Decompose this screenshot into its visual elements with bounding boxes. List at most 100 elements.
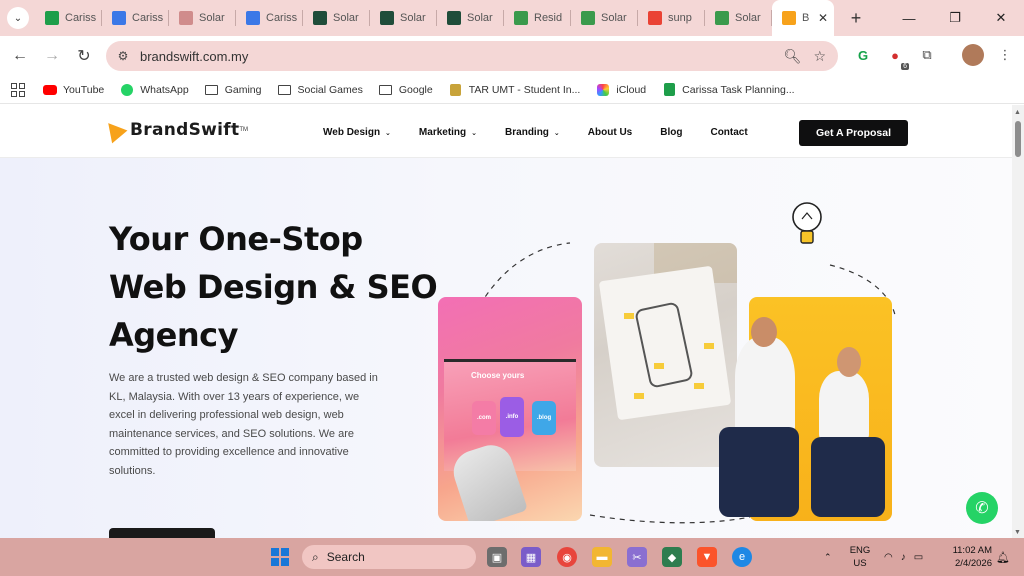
- scroll-down-arrow-icon[interactable]: ▼: [1014, 529, 1021, 536]
- wifi-icon[interactable]: ◠: [884, 552, 893, 563]
- close-tab-icon[interactable]: ✕: [818, 11, 828, 25]
- bookmark-item[interactable]: Social Games: [277, 84, 363, 96]
- browser-tab[interactable]: Solar: [169, 0, 236, 36]
- browser-tab[interactable]: Solar: [705, 0, 772, 36]
- hero-title-line: Your One-Stop: [109, 220, 363, 258]
- whatsapp-chat-button[interactable]: ✆: [966, 492, 998, 524]
- brandswift-logo[interactable]: BrandSwift TM: [100, 116, 248, 144]
- task-view-icon[interactable]: ▣: [487, 547, 507, 567]
- taskbar-search[interactable]: ⌕ Search: [302, 545, 476, 569]
- site-info-icon[interactable]: ⚙: [112, 45, 134, 67]
- sticky-note: [654, 363, 664, 369]
- bookmark-item[interactable]: Carissa Task Planning...: [662, 83, 795, 96]
- extensions-puzzle-icon[interactable]: ⧉: [916, 44, 938, 66]
- grammarly-extension-icon[interactable]: G: [852, 44, 874, 66]
- app-taskbar-icon[interactable]: ◆: [662, 547, 682, 567]
- edge-browser-icon[interactable]: e: [732, 547, 752, 567]
- notification-bell-icon[interactable]: 🔔︎: [996, 538, 1010, 576]
- browser-tab[interactable]: Solar: [437, 0, 504, 36]
- tab-title: Solar: [199, 12, 225, 24]
- nav-item[interactable]: About Us: [588, 127, 632, 138]
- profile-avatar[interactable]: [962, 44, 984, 66]
- bookmark-label: Gaming: [224, 83, 262, 96]
- tab-title: Solar: [467, 12, 493, 24]
- wireframe-sketch-image: [594, 243, 737, 467]
- nav-item[interactable]: Web Design ⌄: [323, 127, 391, 138]
- file-explorer-icon[interactable]: ▬: [592, 547, 612, 567]
- browser-tab-active[interactable]: B ✕: [772, 0, 834, 36]
- browser-tab[interactable]: Solar: [303, 0, 370, 36]
- browser-tab[interactable]: Cariss: [102, 0, 169, 36]
- minimize-button[interactable]: —: [886, 0, 932, 36]
- tab-title: Cariss: [266, 12, 298, 24]
- browser-tab[interactable]: Resid: [504, 0, 571, 36]
- zoom-icon[interactable]: 🔍︎: [784, 48, 802, 65]
- page-scrollbar[interactable]: ▲ ▼: [1012, 105, 1024, 538]
- browser-tab[interactable]: Solar: [370, 0, 437, 36]
- bookmark-star-icon[interactable]: ☆: [813, 48, 826, 65]
- brave-browser-icon[interactable]: ▼: [697, 547, 717, 567]
- tab-strip: ⌄ Cariss Cariss Solar Cariss Solar Solar Solar…: [0, 0, 1024, 36]
- taskbar-clock[interactable]: 11:02 AM 2/4/2026: [944, 544, 992, 570]
- widgets-icon[interactable]: ▦: [521, 547, 541, 567]
- youtube-icon: [43, 84, 57, 96]
- windows-start-icon[interactable]: [271, 548, 289, 566]
- bookmark-item[interactable]: iCloud: [596, 83, 646, 96]
- tab-title: Cariss: [65, 12, 97, 24]
- extension-badge-icon[interactable]: ● 6: [884, 44, 909, 70]
- folder-icon: [277, 84, 291, 96]
- browser-tab[interactable]: Solar: [571, 0, 638, 36]
- tab-search-button[interactable]: ⌄: [7, 7, 29, 29]
- nav-item[interactable]: Branding ⌄: [505, 127, 560, 138]
- forward-button[interactable]: →: [36, 40, 68, 72]
- nav-item[interactable]: Marketing ⌄: [419, 127, 477, 138]
- nav-item[interactable]: Blog: [660, 127, 682, 138]
- hero-description: We are a trusted web design & SEO compan…: [109, 372, 378, 477]
- scroll-up-arrow-icon[interactable]: ▲: [1014, 109, 1021, 116]
- url-text[interactable]: brandswift.com.my: [140, 49, 248, 64]
- browser-tab[interactable]: Cariss: [236, 0, 303, 36]
- chevron-down-icon: ⌄: [385, 130, 391, 137]
- choose-yours-text: Choose yours: [471, 371, 525, 380]
- language-indicator[interactable]: ENG US: [846, 544, 874, 570]
- reload-button[interactable]: ↻: [68, 40, 100, 72]
- domain-card: .blog: [532, 401, 556, 435]
- bookmark-item[interactable]: TAR UMT - Student In...: [449, 83, 580, 96]
- menu-kebab-icon[interactable]: ⋮: [994, 44, 1016, 66]
- tab-title: Cariss: [132, 12, 164, 24]
- browser-tab[interactable]: sunp: [638, 0, 705, 36]
- bookmark-label: WhatsApp: [140, 83, 189, 96]
- tray-overflow-icon[interactable]: ⌃: [824, 538, 832, 576]
- bookmark-item[interactable]: YouTube: [43, 84, 104, 96]
- nav-item-label: Contact: [710, 127, 748, 138]
- reload-icon: ↻: [77, 48, 91, 65]
- browser-tab[interactable]: Cariss: [35, 0, 102, 36]
- hero-cta-button[interactable]: [109, 528, 215, 538]
- bookmark-item[interactable]: Gaming: [205, 83, 262, 96]
- bookmark-item[interactable]: WhatsApp: [120, 83, 189, 96]
- back-button[interactable]: ←: [4, 40, 36, 72]
- folder-icon: [379, 84, 393, 96]
- tab-title: Solar: [735, 12, 761, 24]
- address-bar[interactable]: ⚙ brandswift.com.my 🔍︎ ☆: [106, 41, 838, 71]
- close-window-button[interactable]: ✕: [978, 0, 1024, 36]
- maximize-button[interactable]: ❐: [932, 0, 978, 36]
- tab-title: Solar: [333, 12, 359, 24]
- bookmark-item[interactable]: Google: [379, 84, 433, 96]
- get-proposal-button[interactable]: Get A Proposal: [799, 120, 908, 146]
- region-code: US: [853, 558, 867, 569]
- battery-icon[interactable]: ▭: [914, 552, 923, 563]
- nav-item-label: Blog: [660, 127, 683, 138]
- scrollbar-thumb[interactable]: [1015, 121, 1021, 157]
- new-tab-button[interactable]: +: [842, 8, 870, 29]
- tab-list: Cariss Cariss Solar Cariss Solar Solar Solar Re…: [35, 0, 834, 36]
- nav-item-label: About Us: [587, 127, 633, 138]
- nav-item[interactable]: Contact: [710, 127, 747, 138]
- volume-icon[interactable]: ♪: [901, 552, 906, 563]
- leaf-icon: [581, 11, 595, 25]
- snipping-tool-icon[interactable]: ✂: [627, 547, 647, 567]
- extension-badge-count: 6: [901, 63, 909, 70]
- chevron-down-icon: ⌄: [13, 12, 23, 24]
- apps-grid-icon[interactable]: [11, 82, 25, 97]
- chrome-taskbar-icon[interactable]: ◉: [557, 547, 577, 567]
